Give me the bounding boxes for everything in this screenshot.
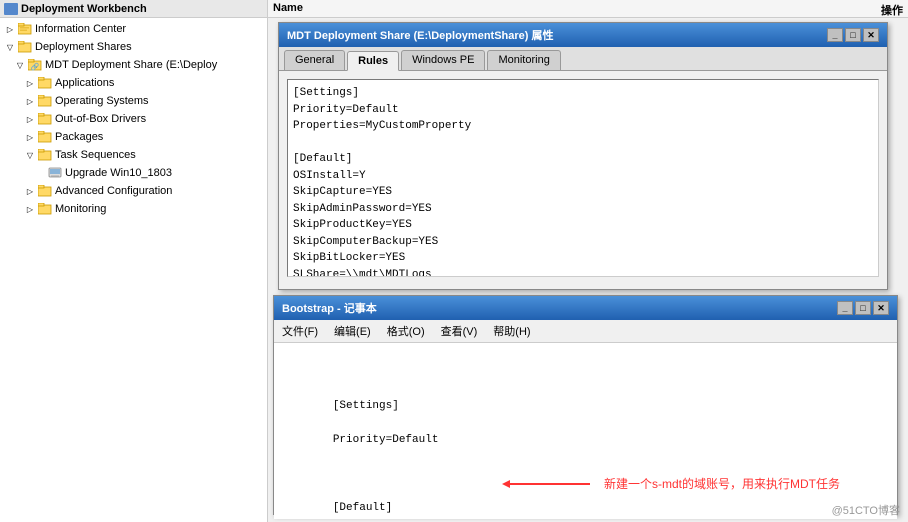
sidebar-item-monitoring-label: Monitoring — [55, 203, 106, 215]
sidebar-item-applications[interactable]: ▷ Applications — [0, 74, 267, 92]
notepad-minimize-button[interactable]: _ — [837, 301, 853, 315]
notepad-title: Bootstrap - 记事本 — [282, 300, 377, 316]
notepad-content[interactable]: [Settings] Priority=Default [Default] Sk… — [274, 343, 897, 519]
sidebar-item-information-center-label: Information Center — [35, 23, 126, 35]
sidebar-item-mdt-label: MDT Deployment Share (E:\Deploy — [45, 59, 217, 71]
notepad-line1: [Settings] — [333, 400, 399, 412]
sidebar-item-mdt-deployment[interactable]: ▽ 🔗 MDT Deployment Share (E:\Deploy — [0, 56, 267, 74]
left-panel: Deployment Workbench ▷ Information Cente… — [0, 0, 268, 522]
toggle-packages[interactable]: ▷ — [25, 132, 35, 142]
packages-icon — [37, 129, 53, 145]
toggle-os[interactable]: ▷ — [25, 96, 35, 106]
workbench-title-label: Deployment Workbench — [21, 3, 147, 15]
column-action: 操作 — [828, 0, 908, 17]
annotation-label: 新建一个s-mdt的域账号，用来执行MDT任务 — [604, 475, 840, 494]
toggle-information-center[interactable]: ▷ — [5, 24, 15, 34]
tree-view: ▷ Information Center ▽ Deployment Sha — [0, 18, 267, 220]
annotation-arrow-svg — [510, 476, 600, 492]
notepad-window: Bootstrap - 记事本 _ □ ✕ 文件(F) 编辑(E) 格式(O) … — [273, 295, 898, 515]
toggle-win10[interactable] — [35, 168, 45, 178]
monitoring-icon — [37, 201, 53, 217]
menu-format[interactable]: 格式(O) — [383, 321, 429, 341]
workbench-header: Deployment Workbench — [0, 0, 267, 18]
minimize-button[interactable]: _ — [827, 28, 843, 42]
dialog-content: [Settings] Priority=Default Properties=M… — [279, 71, 887, 285]
sidebar-item-operating-systems[interactable]: ▷ Operating Systems — [0, 92, 267, 110]
sidebar-item-win10-label: Upgrade Win10_1803 — [65, 167, 172, 179]
sidebar-item-information-center[interactable]: ▷ Information Center — [0, 20, 267, 38]
os-icon — [37, 93, 53, 109]
menu-help[interactable]: 帮助(H) — [489, 321, 534, 341]
right-panel: Name 操作 MDT Deployment Share (E:\Deploym… — [268, 0, 908, 522]
mdt-deployment-icon: 🔗 — [27, 57, 43, 73]
watermark: @51CTO博客 — [832, 502, 900, 518]
rules-text-area[interactable]: [Settings] Priority=Default Properties=M… — [287, 79, 879, 277]
sidebar-item-upgrade-win10[interactable]: Upgrade Win10_1803 — [0, 164, 267, 182]
advanced-icon — [37, 183, 53, 199]
tab-monitoring[interactable]: Monitoring — [487, 50, 560, 70]
notepad-menubar: 文件(F) 编辑(E) 格式(O) 查看(V) 帮助(H) — [274, 320, 897, 343]
tasks-icon — [37, 147, 53, 163]
sidebar-item-advanced-label: Advanced Configuration — [55, 185, 172, 197]
properties-dialog: MDT Deployment Share (E:\DeploymentShare… — [278, 22, 888, 290]
dialog-tabs: General Rules Windows PE Monitoring — [279, 47, 887, 71]
notepad-line4: [Default] — [333, 502, 392, 514]
sidebar-item-deployment-shares-label: Deployment Shares — [35, 41, 132, 53]
top-bar: Name 操作 — [268, 0, 908, 18]
dialog-title-buttons: _ □ ✕ — [827, 28, 879, 42]
menu-file[interactable]: 文件(F) — [278, 321, 322, 341]
sidebar-item-os-label: Operating Systems — [55, 95, 149, 107]
information-center-icon — [17, 21, 33, 37]
toggle-tasks[interactable]: ▽ — [25, 150, 35, 160]
tab-windows-pe[interactable]: Windows PE — [401, 50, 485, 70]
tab-general[interactable]: General — [284, 50, 345, 70]
workbench-icon — [4, 3, 18, 15]
sidebar-item-drivers-label: Out-of-Box Drivers — [55, 113, 146, 125]
sidebar-item-monitoring[interactable]: ▷ Monitoring — [0, 200, 267, 218]
menu-edit[interactable]: 编辑(E) — [330, 321, 375, 341]
dialog-titlebar: MDT Deployment Share (E:\DeploymentShare… — [279, 23, 887, 47]
svg-text:🔗: 🔗 — [31, 62, 40, 71]
notepad-line2: Priority=Default — [333, 434, 439, 446]
sidebar-item-packages[interactable]: ▷ Packages — [0, 128, 267, 146]
toggle-monitoring[interactable]: ▷ — [25, 204, 35, 214]
deployment-shares-icon — [17, 39, 33, 55]
applications-icon — [37, 75, 53, 91]
sidebar-item-advanced-config[interactable]: ▷ Advanced Configuration — [0, 182, 267, 200]
notepad-maximize-button[interactable]: □ — [855, 301, 871, 315]
win10-icon — [47, 165, 63, 181]
sidebar-item-deployment-shares[interactable]: ▽ Deployment Shares — [0, 38, 267, 56]
sidebar-item-drivers[interactable]: ▷ Out-of-Box Drivers — [0, 110, 267, 128]
dialog-title: MDT Deployment Share (E:\DeploymentShare… — [287, 27, 554, 43]
sidebar-item-task-sequences[interactable]: ▽ Task Sequences — [0, 146, 267, 164]
menu-view[interactable]: 查看(V) — [437, 321, 482, 341]
toggle-deployment-shares[interactable]: ▽ — [5, 42, 15, 52]
annotation-container: 新建一个s-mdt的域账号，用来执行MDT任务 — [510, 475, 840, 494]
tab-rules[interactable]: Rules — [347, 51, 399, 71]
toggle-mdt-deployment[interactable]: ▽ — [15, 60, 25, 70]
notepad-title-buttons: _ □ ✕ — [837, 301, 889, 315]
toggle-drivers[interactable]: ▷ — [25, 114, 35, 124]
close-button[interactable]: ✕ — [863, 28, 879, 42]
toggle-advanced[interactable]: ▷ — [25, 186, 35, 196]
notepad-close-button[interactable]: ✕ — [873, 301, 889, 315]
maximize-button[interactable]: □ — [845, 28, 861, 42]
notepad-inner: [Settings] Priority=Default [Default] Sk… — [280, 381, 891, 519]
drivers-icon — [37, 111, 53, 127]
toggle-applications[interactable]: ▷ — [25, 78, 35, 88]
notepad-titlebar: Bootstrap - 记事本 _ □ ✕ — [274, 296, 897, 320]
column-name: Name — [268, 0, 828, 17]
sidebar-item-packages-label: Packages — [55, 131, 103, 143]
sidebar-item-tasks-label: Task Sequences — [55, 149, 136, 161]
sidebar-item-applications-label: Applications — [55, 77, 114, 89]
